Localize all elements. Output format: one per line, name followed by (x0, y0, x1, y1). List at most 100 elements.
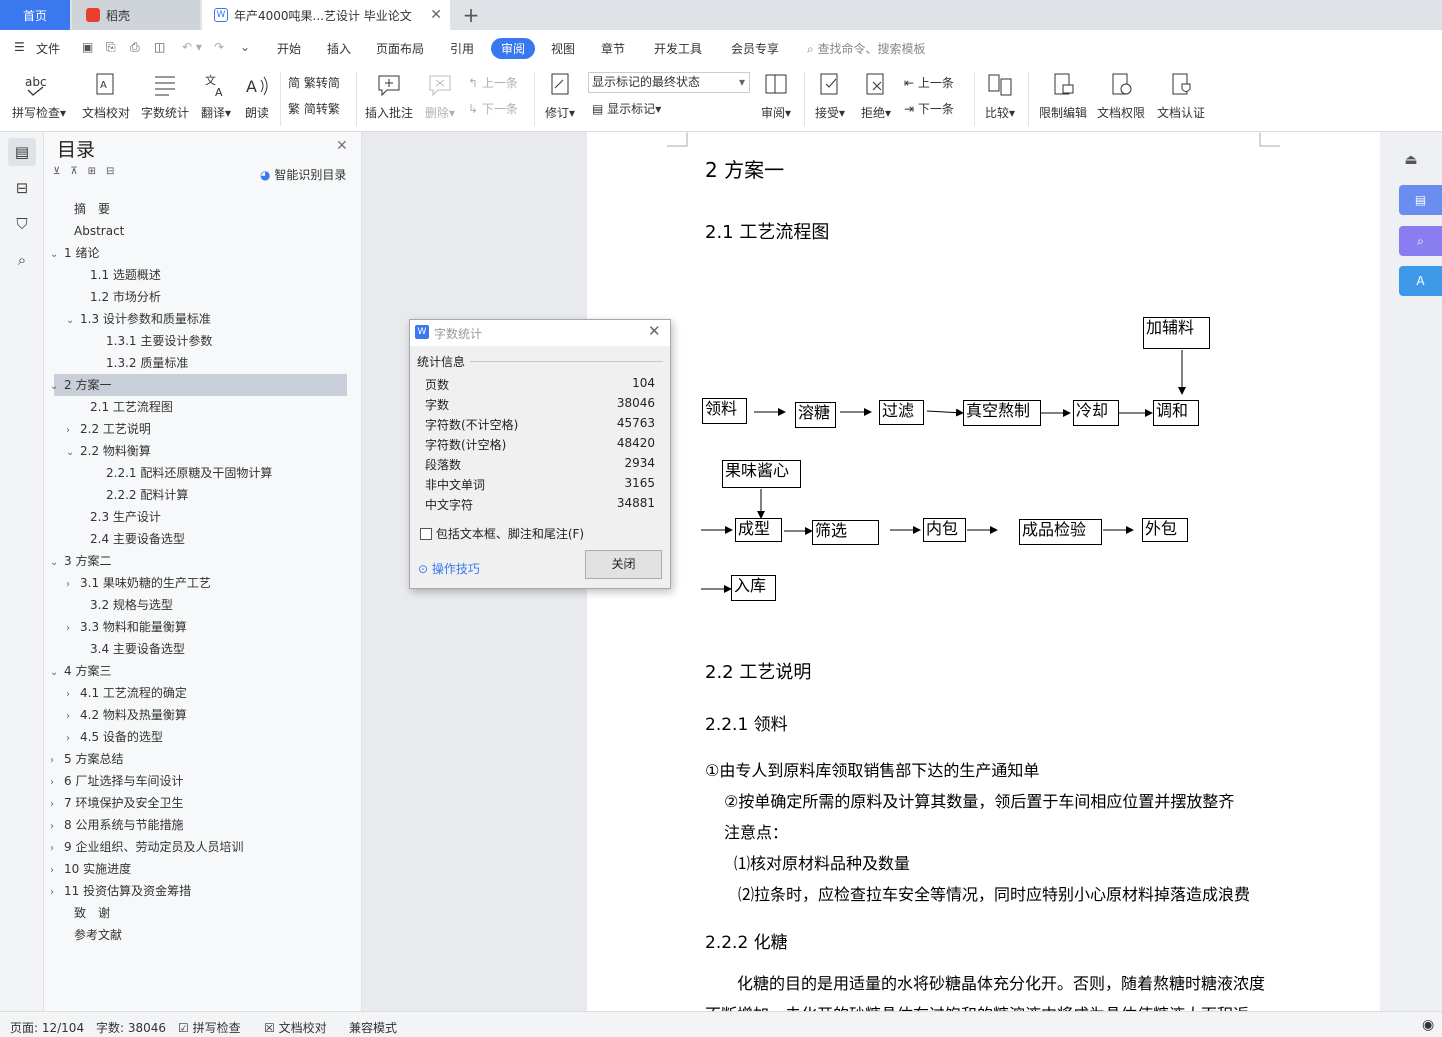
display-state-select[interactable]: 显示标记的最终状态 ▾ (588, 72, 750, 93)
outline-item[interactable]: 1.3.2 质量标准 (106, 352, 188, 374)
delete-comment-button[interactable]: 删除▾ (422, 72, 458, 121)
outline-item[interactable]: Abstract (74, 220, 124, 242)
outline-item[interactable]: ⌄ 1 绪论 (50, 242, 99, 264)
word-count-button[interactable]: 字数统计 (140, 72, 190, 121)
accept-button[interactable]: 接受▾ (812, 72, 848, 121)
chevron-right-icon[interactable]: › (50, 750, 64, 772)
undo-icon[interactable]: ↶ ▾ (182, 40, 202, 54)
prev-change-button[interactable]: ⇤ 上一条 (904, 74, 954, 91)
outline-item[interactable]: › 5 方案总结 (50, 748, 123, 770)
insert-comment-button[interactable]: 插入批注 (364, 72, 414, 121)
outline-item[interactable]: 2.2.1 配料还原糖及干固物计算 (106, 462, 272, 484)
chevron-down-icon[interactable]: ⌄ (50, 552, 64, 574)
collapse-up-icon[interactable]: ⏏ (1400, 152, 1422, 174)
chevron-down-icon[interactable]: ⌄ (50, 662, 64, 684)
outline-item[interactable]: › 4.2 物料及热量衡算 (66, 704, 187, 726)
new-tab-button[interactable]: + (458, 0, 484, 30)
outline-item[interactable]: 1.3.1 主要设计参数 (106, 330, 212, 352)
menu-review[interactable]: 审阅 (491, 38, 536, 59)
prev-comment-button[interactable]: ↰ 上一条 (468, 74, 518, 91)
print-icon[interactable]: ⎙ (130, 40, 140, 55)
outline-item[interactable]: 致 谢 (74, 902, 110, 924)
chevron-down-icon[interactable]: ⌄ (50, 244, 64, 266)
tab-docer[interactable]: 稻壳 (72, 0, 200, 30)
chevron-right-icon[interactable]: › (66, 618, 80, 640)
doc-cert-button[interactable]: 文档认证 (1156, 72, 1206, 121)
outline-item[interactable]: › 3.1 果味奶糖的生产工艺 (66, 572, 211, 594)
chevron-right-icon[interactable]: › (50, 882, 64, 904)
page-indicator[interactable]: 页面: 12/104 (10, 1019, 84, 1036)
outline-item[interactable]: 2.3 生产设计 (90, 506, 161, 528)
restrict-editing-button[interactable]: 限制编辑 (1038, 72, 1088, 121)
outline-item[interactable]: ⌄ 1.3 设计参数和质量标准 (66, 308, 211, 330)
chevron-down-icon[interactable]: ⌄ (66, 442, 80, 464)
review-pane-button[interactable]: 审阅▾ (758, 72, 794, 121)
menu-view[interactable]: 视图 (551, 40, 575, 57)
next-change-button[interactable]: ⇥ 下一条 (904, 100, 954, 117)
chevron-down-icon[interactable]: ⌄ (66, 310, 80, 332)
remove-heading-icon[interactable]: ⊟ (106, 166, 124, 177)
spell-check-button[interactable]: abc 拼写检查▾ (12, 72, 66, 121)
output-icon[interactable]: ⎘ (106, 40, 116, 55)
chevron-right-icon[interactable]: › (66, 706, 80, 728)
outline-item[interactable]: › 9 企业组织、劳动定员及人员培训 (50, 836, 243, 858)
simp-to-trad-button[interactable]: 繁 简转繁 (288, 100, 340, 117)
revise-button[interactable]: 修订▾ (540, 72, 580, 121)
proofread-button[interactable]: A 文档校对 (82, 72, 130, 121)
more-icon[interactable]: ⌄ (240, 40, 250, 54)
side-translate-icon[interactable]: A (1399, 266, 1442, 296)
redo-icon[interactable]: ↷ (214, 40, 224, 54)
outline-item[interactable]: 2.2.2 配料计算 (106, 484, 188, 506)
tab-home[interactable]: 首页 (0, 0, 70, 30)
chevron-right-icon[interactable]: › (50, 794, 64, 816)
menu-start[interactable]: 开始 (277, 40, 301, 57)
chevron-right-icon[interactable]: › (50, 838, 64, 860)
chevron-right-icon[interactable]: › (66, 684, 80, 706)
side-review-icon[interactable]: ⌕ (1399, 226, 1442, 256)
chevron-right-icon[interactable]: › (50, 772, 64, 794)
outline-item[interactable]: › 4.1 工艺流程的确定 (66, 682, 187, 704)
next-comment-button[interactable]: ↳ 下一条 (468, 100, 518, 117)
smart-toc-button[interactable]: ◕ 智能识别目录 (260, 166, 346, 183)
menu-insert[interactable]: 插入 (327, 40, 351, 57)
outline-icon[interactable]: ▤ (8, 138, 36, 166)
menu-member[interactable]: 会员专享 (731, 40, 779, 57)
outline-item[interactable]: 摘 要 (74, 198, 110, 220)
close-button[interactable]: 关闭 (585, 550, 662, 579)
close-tab-icon[interactable]: ✕ (430, 7, 442, 23)
outline-item[interactable]: › 10 实施进度 (50, 858, 131, 880)
outline-item[interactable]: › 4.5 设备的选型 (66, 726, 163, 748)
expand-up-icon[interactable]: ⊼ (70, 166, 87, 177)
reject-button[interactable]: 拒绝▾ (858, 72, 894, 121)
search-icon[interactable]: ⌕ (8, 246, 36, 274)
outline-item[interactable]: ⌄ 2 方案一 (50, 374, 111, 396)
compare-button[interactable]: 比较▾ (982, 72, 1018, 121)
trad-to-simp-button[interactable]: 简 繁转简 (288, 74, 340, 91)
outline-item[interactable]: ⌄ 4 方案三 (50, 660, 111, 682)
menu-file[interactable]: 文件 (36, 40, 60, 57)
doc-permission-button[interactable]: 文档权限 (1096, 72, 1146, 121)
outline-item[interactable]: › 2.2 工艺说明 (66, 418, 151, 440)
menu-reference[interactable]: 引用 (450, 40, 474, 57)
status-spell-check[interactable]: ☑ 拼写检查 (178, 1019, 241, 1036)
outline-item[interactable]: 3.4 主要设备选型 (90, 638, 185, 660)
outline-item[interactable]: 1.2 市场分析 (90, 286, 161, 308)
outline-item[interactable]: ⌄ 3 方案二 (50, 550, 111, 572)
outline-item[interactable]: 1.1 选题概述 (90, 264, 161, 286)
chevron-right-icon[interactable]: › (66, 420, 80, 442)
outline-item[interactable]: 参考文献 (74, 924, 122, 946)
outline-item[interactable]: 2.4 主要设备选型 (90, 528, 185, 550)
translate-button[interactable]: 文A 翻译▾ (198, 72, 234, 121)
preview-icon[interactable]: ◫ (154, 40, 165, 54)
bookmark-icon[interactable]: ⛉ (8, 210, 36, 238)
chevron-right-icon[interactable]: › (66, 574, 80, 596)
add-heading-icon[interactable]: ⊞ (88, 166, 106, 177)
menu-developer[interactable]: 开发工具 (654, 40, 702, 57)
outline-item[interactable]: 3.2 规格与选型 (90, 594, 173, 616)
outline-item[interactable]: 2.1 工艺流程图 (90, 396, 173, 418)
side-tool-icon[interactable]: ▤ (1399, 185, 1442, 215)
close-icon[interactable]: ✕ (336, 138, 348, 154)
collapse-all-icon[interactable]: ⊻ (53, 166, 70, 177)
show-markup-button[interactable]: ▤ 显示标记 ▾ (592, 100, 661, 117)
read-aloud-button[interactable]: A 朗读 (242, 72, 272, 121)
